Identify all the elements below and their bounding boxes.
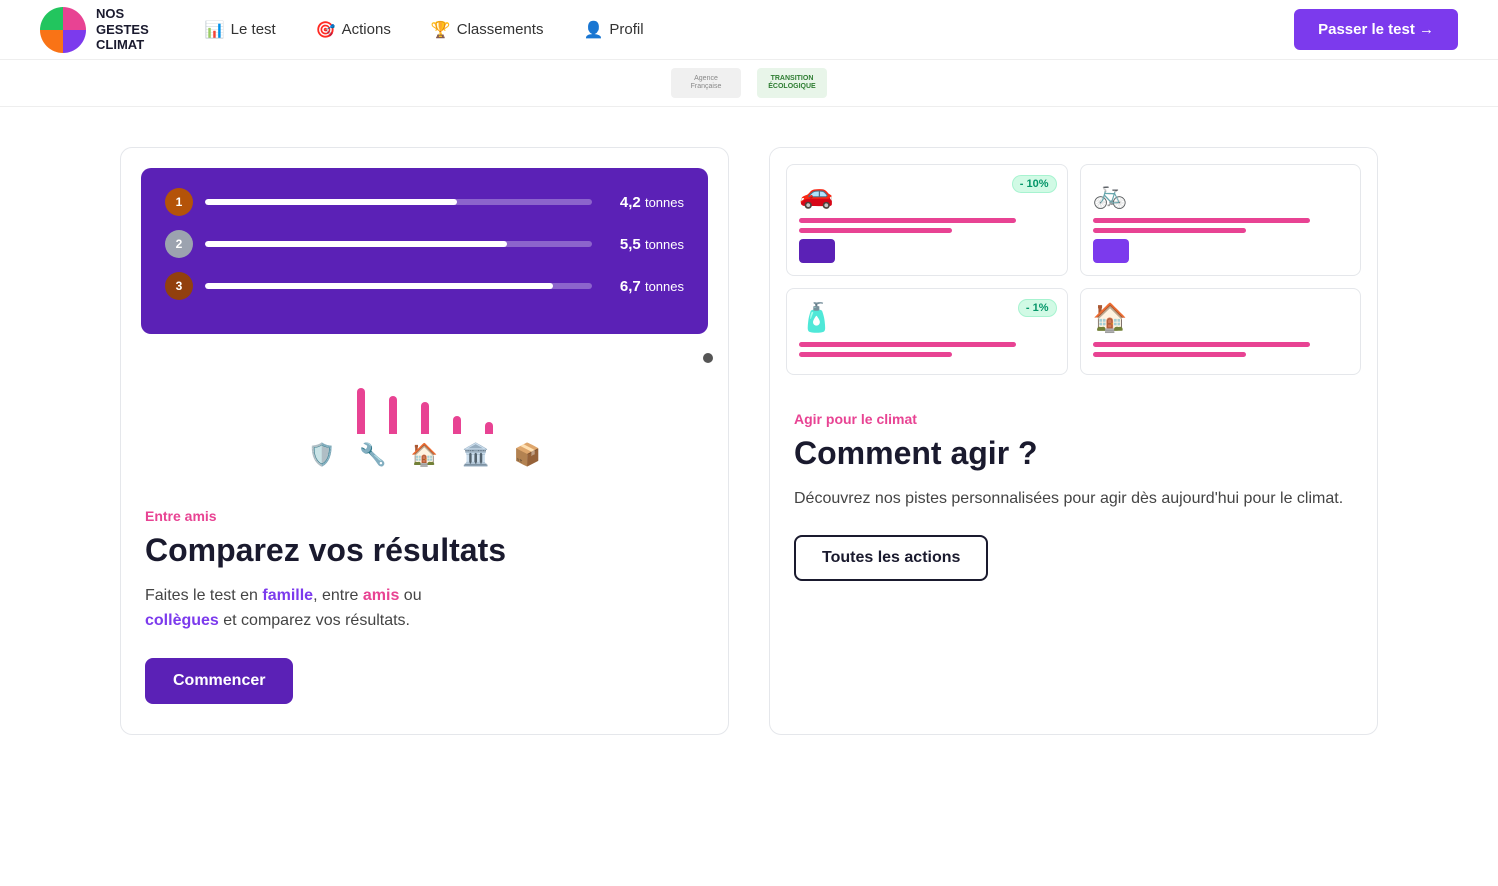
- action-line-house-2: [1093, 352, 1246, 357]
- bar-stick-4: [453, 416, 461, 434]
- navbar: NOSGESTESCLIMAT 📊 Le test 🎯 Actions 🏆 Cl…: [0, 0, 1498, 60]
- nav-profil[interactable]: 👤 Profil: [567, 12, 659, 48]
- leaderboard-row-2: 2 5,5 tonnes: [165, 230, 684, 258]
- compare-subtitle: Entre amis: [145, 508, 704, 524]
- bar-1: [205, 199, 457, 205]
- banner-logo-1: AgenceFrançaise: [671, 68, 741, 98]
- nav-classements-label: Classements: [457, 21, 544, 38]
- desc-before: Faites le test en: [145, 587, 262, 604]
- action-line-bottle-2: [799, 352, 952, 357]
- toutes-les-actions-button[interactable]: Toutes les actions: [794, 535, 988, 581]
- actions-visual: - 10% 🚗 🚲 - 1% 🧴: [770, 148, 1377, 391]
- medal-3: 3: [165, 272, 193, 300]
- bar-col-2: [389, 396, 397, 434]
- desc-after: ou: [399, 587, 421, 604]
- desc-end: et comparez vos résultats.: [219, 612, 410, 629]
- desc-collegues: collègues: [145, 612, 219, 629]
- bar-3: [205, 283, 553, 289]
- actions-title: Comment agir ?: [794, 435, 1353, 472]
- leaderboard-value-1: 4,2 tonnes: [604, 194, 684, 211]
- actions-grid: - 10% 🚗 🚲 - 1% 🧴: [786, 164, 1361, 375]
- actions-icon: 🎯: [316, 20, 336, 40]
- banner-logo-2: TRANSITIONÉCOLOGIQUE: [757, 68, 827, 98]
- actions-desc: Découvrez nos pistes personnalisées pour…: [794, 486, 1353, 512]
- compare-card-text: Entre amis Comparez vos résultats Faites…: [121, 488, 728, 734]
- bike-icon: 🚲: [1093, 177, 1349, 210]
- action-badge-car: - 10%: [1012, 175, 1057, 193]
- bar-3-container: [205, 283, 592, 289]
- actions-card: - 10% 🚗 🚲 - 1% 🧴: [769, 147, 1378, 735]
- action-line-car-2: [799, 228, 952, 233]
- leaderboard-visual: 1 4,2 tonnes 2 5,5 tonnes 3 6,7 tonnes: [141, 168, 708, 334]
- category-icons: 🛡️ 🔧 🏠 🏛️ 📦: [121, 434, 728, 488]
- profil-icon: 👤: [583, 20, 603, 40]
- leaderboard-value-2: 5,5 tonnes: [604, 236, 684, 253]
- top-banner: AgenceFrançaise TRANSITIONÉCOLOGIQUE: [0, 60, 1498, 107]
- action-line-bike-2: [1093, 228, 1246, 233]
- box-icon: 📦: [514, 442, 541, 468]
- commencer-button[interactable]: Commencer: [145, 658, 293, 704]
- nav-links: 📊 Le test 🎯 Actions 🏆 Classements 👤 Prof…: [189, 12, 1294, 48]
- action-badge-bottle: - 1%: [1018, 299, 1057, 317]
- tools-icon: 🔧: [359, 442, 386, 468]
- home-icon: 🏠: [411, 442, 438, 468]
- nav-classements[interactable]: 🏆 Classements: [415, 12, 560, 48]
- action-item-car: - 10% 🚗: [786, 164, 1068, 276]
- action-item-bottle: - 1% 🧴: [786, 288, 1068, 375]
- nav-le-test[interactable]: 📊 Le test: [189, 12, 292, 48]
- leaderboard-row-1: 1 4,2 tonnes: [165, 188, 684, 216]
- bar-col-1: [357, 388, 365, 434]
- compare-card: 1 4,2 tonnes 2 5,5 tonnes 3 6,7 tonnes: [120, 147, 729, 735]
- medal-1: 1: [165, 188, 193, 216]
- nav-actions[interactable]: 🎯 Actions: [300, 12, 407, 48]
- bar-stick-1: [357, 388, 365, 434]
- nav-le-test-label: Le test: [231, 21, 276, 38]
- bar-stick-2: [389, 396, 397, 434]
- leaderboard-row-3: 3 6,7 tonnes: [165, 272, 684, 300]
- action-item-bike: 🚲: [1080, 164, 1362, 276]
- main-content: 1 4,2 tonnes 2 5,5 tonnes 3 6,7 tonnes: [0, 107, 1498, 775]
- bar-col-3: [421, 402, 429, 434]
- le-test-icon: 📊: [205, 20, 225, 40]
- logo-text: NOSGESTESCLIMAT: [96, 6, 149, 53]
- desc-famille: famille: [262, 587, 313, 604]
- passer-le-test-button[interactable]: Passer le test →: [1294, 9, 1458, 50]
- logo[interactable]: NOSGESTESCLIMAT: [40, 6, 149, 53]
- compare-desc: Faites le test en famille, entre amis ou…: [145, 583, 704, 634]
- action-item-house: 🏠: [1080, 288, 1362, 375]
- medal-2: 2: [165, 230, 193, 258]
- bar-col-4: [453, 416, 461, 434]
- bar-2-container: [205, 241, 592, 247]
- desc-middle: , entre: [313, 587, 363, 604]
- transport-icon: 🛡️: [308, 442, 335, 468]
- nav-profil-label: Profil: [609, 21, 643, 38]
- action-line-bottle-1: [799, 342, 1016, 347]
- bar-stick-5: [485, 422, 493, 434]
- logo-circle: [40, 7, 86, 53]
- bar-stick-3: [421, 402, 429, 434]
- institution-icon: 🏛️: [462, 442, 489, 468]
- house-icon: 🏠: [1093, 301, 1349, 334]
- bottle-icon: 🧴: [799, 301, 1055, 334]
- actions-card-text: Agir pour le climat Comment agir ? Décou…: [770, 391, 1377, 611]
- nav-actions-label: Actions: [342, 21, 391, 38]
- action-btn-bike[interactable]: [1093, 239, 1129, 263]
- action-btn-car[interactable]: [799, 239, 835, 263]
- bar-col-5: [485, 422, 493, 434]
- desc-amis: amis: [363, 587, 399, 604]
- compare-title: Comparez vos résultats: [145, 532, 704, 569]
- bar-chart: [121, 354, 728, 434]
- action-line-car-1: [799, 218, 1016, 223]
- action-line-house-1: [1093, 342, 1310, 347]
- classements-icon: 🏆: [431, 20, 451, 40]
- actions-subtitle: Agir pour le climat: [794, 411, 1353, 427]
- bar-2: [205, 241, 507, 247]
- bar-1-container: [205, 199, 592, 205]
- action-line-bike-1: [1093, 218, 1310, 223]
- leaderboard-value-3: 6,7 tonnes: [604, 278, 684, 295]
